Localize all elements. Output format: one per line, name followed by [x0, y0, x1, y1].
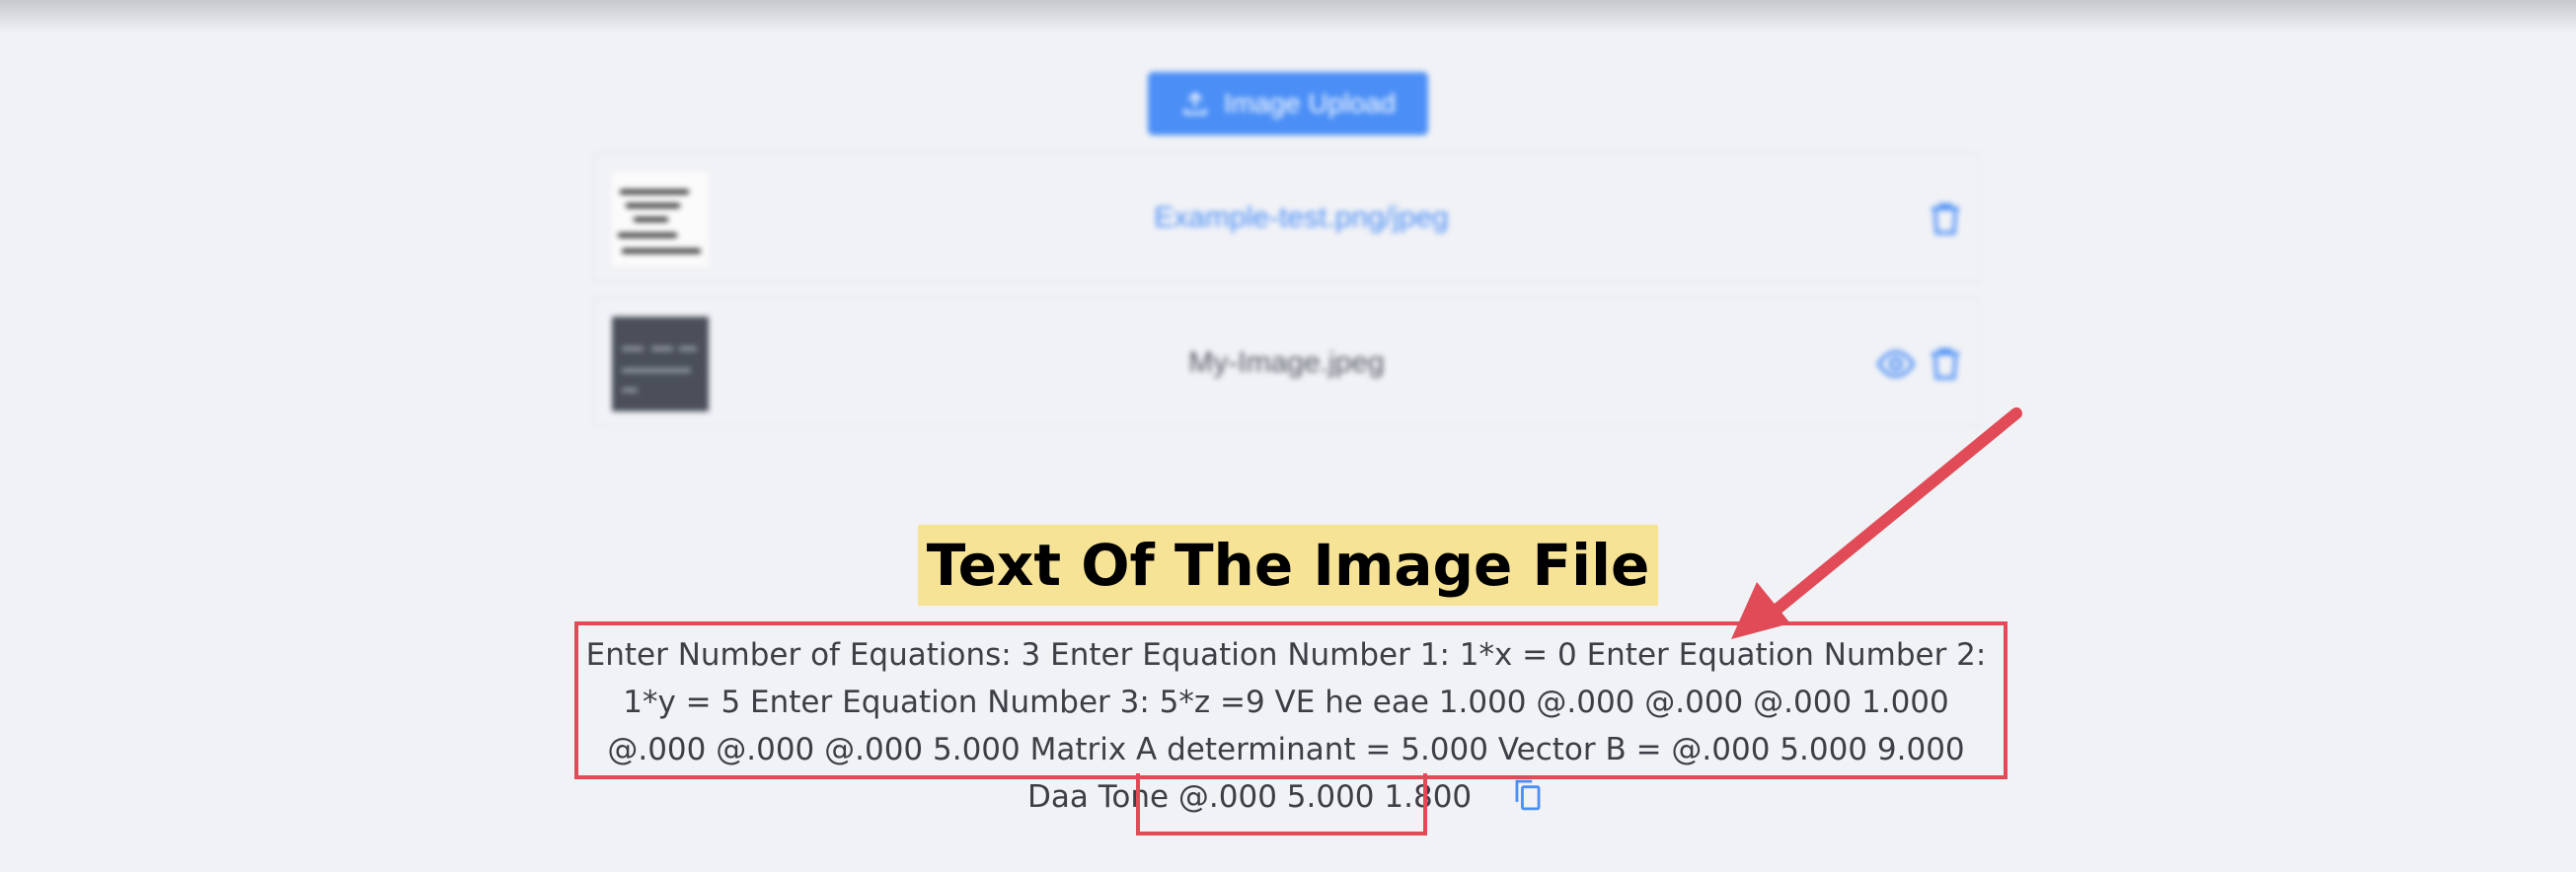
eye-icon[interactable]: [1875, 343, 1917, 385]
top-shadow: [0, 0, 2576, 34]
image-upload-label: Image Upload: [1223, 88, 1397, 118]
trash-icon[interactable]: [1925, 198, 1966, 240]
file-card: My-Image.jpeg: [594, 298, 1979, 426]
upload-icon: [1183, 92, 1207, 115]
copy-icon[interactable]: [1511, 777, 1545, 813]
trash-icon[interactable]: [1925, 343, 1966, 385]
annotation-box-tail: [1136, 773, 1427, 836]
annotation-box-main: [574, 621, 2008, 779]
result-title: Text Of The Image File: [918, 525, 1658, 606]
file-card: Example-test.png/jpeg: [594, 153, 1979, 281]
image-upload-button[interactable]: Image Upload: [1148, 72, 1428, 135]
file-name-link[interactable]: Example-test.png/jpeg: [595, 201, 1978, 235]
file-name: My-Image.jpeg: [1188, 346, 1385, 379]
